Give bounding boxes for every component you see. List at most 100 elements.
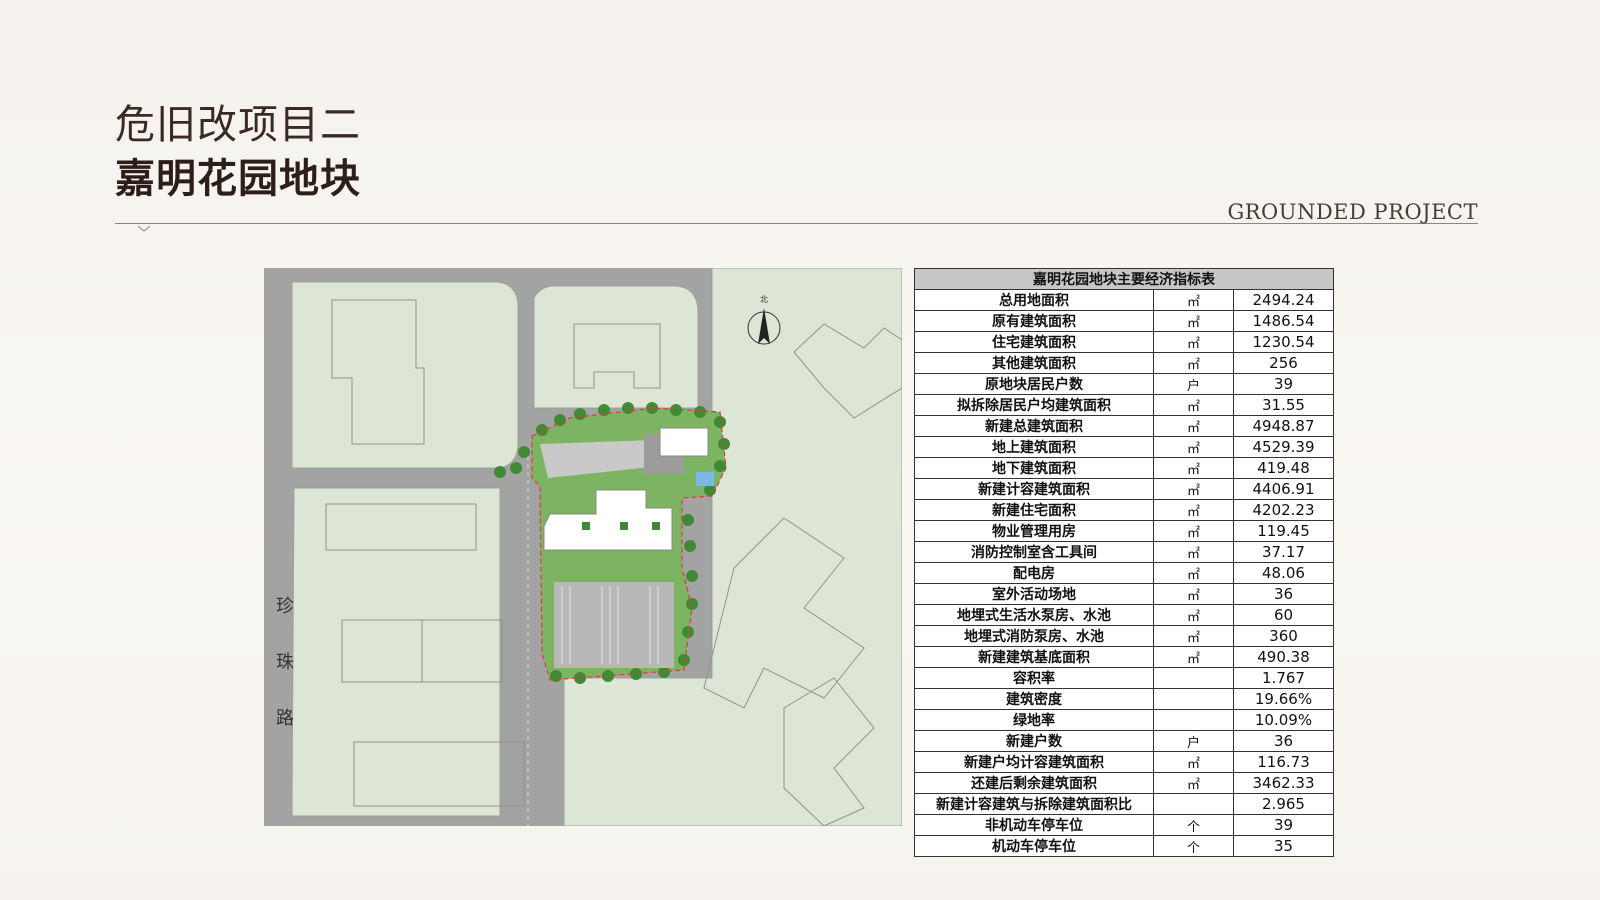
table-cell-value: 490.38 — [1233, 646, 1334, 668]
brand-wordmark: GROUNDED PROJECT — [1227, 200, 1478, 224]
table-cell-unit: ㎡ — [1153, 751, 1234, 773]
table-row: 新建计容建筑与拆除建筑面积比 2.965 — [914, 793, 1334, 815]
table-cell-name: 机动车停车位 — [914, 835, 1154, 857]
table-row: 住宅建筑面积㎡ 1230.54 — [914, 331, 1334, 353]
block-southwest — [291, 487, 501, 817]
table-cell-value: 2494.24 — [1233, 289, 1334, 311]
table-row: 建筑密度 19.66% — [914, 688, 1334, 710]
table-row: 地埋式消防泵房、水池㎡ 360 — [914, 625, 1334, 647]
table-cell-name: 绿地率 — [914, 709, 1154, 731]
table-row: 还建后剩余建筑面积㎡ 3462.33 — [914, 772, 1334, 794]
table-row: 原有建筑面积㎡ 1486.54 — [914, 310, 1334, 332]
table-cell-value: 360 — [1233, 625, 1334, 647]
table-row: 消防控制室含工具间㎡ 37.17 — [914, 541, 1334, 563]
table-cell-name: 新建总建筑面积 — [914, 415, 1154, 437]
table-cell-unit: ㎡ — [1153, 415, 1234, 437]
table-row: 新建计容建筑面积㎡ 4406.91 — [914, 478, 1334, 500]
table-cell-unit: ㎡ — [1153, 772, 1234, 794]
table-cell-name: 新建户均计容建筑面积 — [914, 751, 1154, 773]
road-name-char-1: 珍 — [276, 596, 294, 617]
table-row: 拟拆除居民户均建筑面积㎡ 31.55 — [914, 394, 1334, 416]
table-cell-unit: ㎡ — [1153, 604, 1234, 626]
table-cell-unit: ㎡ — [1153, 352, 1234, 374]
divider-notch — [138, 223, 150, 235]
page-title: 嘉明花园地块 — [115, 156, 361, 202]
table-row: 总用地面积㎡ 2494.24 — [914, 289, 1334, 311]
table-cell-value: 119.45 — [1233, 520, 1334, 542]
table-cell-name: 原地块居民户数 — [914, 373, 1154, 395]
table-body: 总用地面积㎡ 2494.24 原有建筑面积㎡ 1486.54 住宅建筑面积㎡ 1230.5… — [914, 289, 1334, 857]
table-cell-value: 19.66% — [1233, 688, 1334, 710]
table-cell-unit — [1153, 709, 1234, 731]
table-cell-name: 地下建筑面积 — [914, 457, 1154, 479]
table-row: 新建户数户 36 — [914, 730, 1334, 752]
table-cell-name: 新建户数 — [914, 730, 1154, 752]
table-cell-name: 住宅建筑面积 — [914, 331, 1154, 353]
table-cell-value: 1.767 — [1233, 667, 1334, 689]
table-cell-unit: ㎡ — [1153, 520, 1234, 542]
table-cell-unit: ㎡ — [1153, 499, 1234, 521]
table-row: 地上建筑面积㎡ 4529.39 — [914, 436, 1334, 458]
road-name-char-2: 珠 — [276, 652, 294, 673]
table-cell-unit: ㎡ — [1153, 436, 1234, 458]
table-cell-name: 地上建筑面积 — [914, 436, 1154, 458]
table-cell-unit: 个 — [1153, 814, 1234, 836]
table-cell-name: 配电房 — [914, 562, 1154, 584]
table-cell-unit: ㎡ — [1153, 457, 1234, 479]
table-cell-unit — [1153, 688, 1234, 710]
table-cell-value: 116.73 — [1233, 751, 1334, 773]
table-cell-name: 新建计容建筑与拆除建筑面积比 — [914, 793, 1154, 815]
road-name-char-3: 路 — [276, 708, 294, 729]
table-cell-value: 31.55 — [1233, 394, 1334, 416]
table-cell-value: 10.09% — [1233, 709, 1334, 731]
table-header-row: 嘉明花园地块主要经济指标表 — [914, 268, 1334, 290]
table-cell-unit — [1153, 793, 1234, 815]
table-cell-name: 地埋式生活水泵房、水池 — [914, 604, 1154, 626]
courtyard-3 — [652, 522, 660, 530]
table-row: 绿地率 10.09% — [914, 709, 1334, 731]
site-plan-drawing: 北 珍 珠 路 — [276, 268, 902, 826]
table-cell-unit: 户 — [1153, 373, 1234, 395]
table-cell-value: 48.06 — [1233, 562, 1334, 584]
north-label: 北 — [760, 295, 768, 304]
table-cell-value: 3462.33 — [1233, 772, 1334, 794]
table-row: 非机动车停车位个 39 — [914, 814, 1334, 836]
table-cell-name: 拟拆除居民户均建筑面积 — [914, 394, 1154, 416]
table-row: 地下建筑面积㎡ 419.48 — [914, 457, 1334, 479]
table-cell-unit: ㎡ — [1153, 541, 1234, 563]
table-cell-unit — [1153, 667, 1234, 689]
table-cell-value: 60 — [1233, 604, 1334, 626]
table-cell-unit: ㎡ — [1153, 562, 1234, 584]
table-cell-unit: 户 — [1153, 730, 1234, 752]
table-row: 原地块居民户数户 39 — [914, 373, 1334, 395]
table-cell-name: 原有建筑面积 — [914, 310, 1154, 332]
table-cell-unit: 个 — [1153, 835, 1234, 857]
table-cell-name: 地埋式消防泵房、水池 — [914, 625, 1154, 647]
table-cell-value: 37.17 — [1233, 541, 1334, 563]
table-row: 机动车停车位个 35 — [914, 835, 1334, 857]
table-cell-unit: ㎡ — [1153, 583, 1234, 605]
table-cell-name: 其他建筑面积 — [914, 352, 1154, 374]
table-cell-value: 1486.54 — [1233, 310, 1334, 332]
table-row: 容积率 1.767 — [914, 667, 1334, 689]
parking-area — [554, 582, 674, 668]
table-cell-name: 室外活动场地 — [914, 583, 1154, 605]
table-cell-name: 非机动车停车位 — [914, 814, 1154, 836]
water-feature — [696, 472, 714, 486]
table-cell-unit: ㎡ — [1153, 625, 1234, 647]
table-title: 嘉明花园地块主要经济指标表 — [914, 268, 1334, 290]
table-cell-value: 2.965 — [1233, 793, 1334, 815]
table-cell-value: 39 — [1233, 814, 1334, 836]
table-cell-name: 还建后剩余建筑面积 — [914, 772, 1154, 794]
economic-indicators-table: 嘉明花园地块主要经济指标表 总用地面积㎡ 2494.24 原有建筑面积㎡ 1486.5… — [914, 268, 1334, 857]
table-cell-value: 36 — [1233, 730, 1334, 752]
table-cell-name: 物业管理用房 — [914, 520, 1154, 542]
table-cell-value: 256 — [1233, 352, 1334, 374]
table-cell-value: 1230.54 — [1233, 331, 1334, 353]
block-north — [533, 285, 699, 409]
table-cell-value: 4948.87 — [1233, 415, 1334, 437]
table-cell-unit: ㎡ — [1153, 646, 1234, 668]
table-cell-unit: ㎡ — [1153, 310, 1234, 332]
annex-building — [659, 427, 709, 457]
table-row: 地埋式生活水泵房、水池㎡ 60 — [914, 604, 1334, 626]
